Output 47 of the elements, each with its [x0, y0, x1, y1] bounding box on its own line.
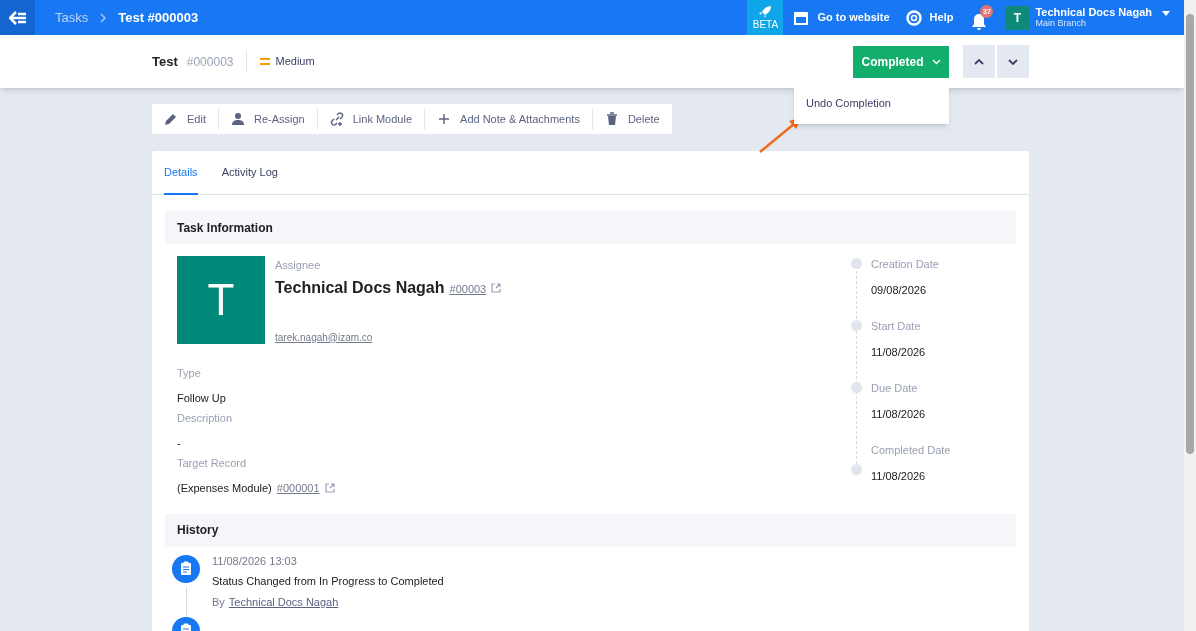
date-label: Due Date	[871, 381, 919, 396]
field-label: Target Record	[177, 455, 248, 471]
priority-label: Medium	[275, 54, 315, 70]
breadcrumb-link[interactable]: Tasks	[55, 7, 89, 28]
action-button[interactable]: Re-Assign	[218, 104, 317, 134]
tab[interactable]: Details	[164, 151, 198, 195]
history-time: 11/08/2026 13:03	[212, 553, 298, 569]
field-label: Description	[177, 410, 234, 426]
date-value: 11/08/2026	[871, 406, 926, 422]
history-author-label: By	[212, 594, 225, 610]
task-number: #000003	[186, 53, 234, 71]
user-avatar: T	[1005, 5, 1030, 30]
user-name: Technical Docs Nagah	[1035, 6, 1152, 18]
date-label: Creation Date	[871, 257, 939, 272]
email-link[interactable]: tarek.nagah@izam.co	[275, 329, 502, 345]
section-title: History	[177, 522, 219, 539]
topbar-link[interactable]: Go to website	[793, 9, 890, 26]
action-button[interactable]: Delete	[592, 104, 672, 134]
task-title: Test	[152, 52, 178, 71]
field-value: (Expenses Module)	[177, 480, 272, 496]
topbar-link[interactable]: Help	[905, 9, 954, 26]
date-value: 11/08/2026	[871, 468, 927, 484]
field-value: -	[177, 435, 181, 451]
date-label: Start Date	[871, 319, 922, 334]
field-value: Follow Up	[177, 390, 226, 406]
date-value: 11/08/2026	[871, 344, 926, 360]
date-label: Completed Date	[871, 443, 951, 458]
assignee-code-link[interactable]: #00003	[449, 280, 487, 298]
assignee-avatar: T	[177, 256, 265, 344]
action-button[interactable]: Add Note & Attachments	[425, 104, 592, 134]
branch-name: Main Branch	[1035, 17, 1086, 29]
assignee-name: Technical Docs Nagah	[275, 277, 445, 298]
tab[interactable]: Activity Log	[221, 151, 278, 195]
menu-item[interactable]: Undo Completion	[794, 88, 949, 117]
action-button[interactable]: Edit	[152, 104, 218, 134]
author-link[interactable]: Technical Docs Nagah	[228, 593, 339, 610]
section-title: Task Information	[177, 219, 273, 237]
field-label: Assignee	[275, 258, 322, 273]
history-text: Status Changed from In Progress to Completed	[212, 574, 444, 589]
status-button[interactable]: Completed	[853, 45, 949, 78]
record-link[interactable]: #000001	[276, 479, 320, 497]
breadcrumb-link[interactable]: Test #000003	[118, 7, 199, 28]
date-value: 09/08/2026	[871, 282, 928, 298]
user-menu[interactable]: T Technical Docs Nagah Main Branch	[1005, 5, 1184, 30]
beta-button[interactable]: BETA	[747, 0, 784, 35]
field-label: Type	[177, 365, 202, 381]
action-button[interactable]: Link Module	[317, 104, 425, 134]
